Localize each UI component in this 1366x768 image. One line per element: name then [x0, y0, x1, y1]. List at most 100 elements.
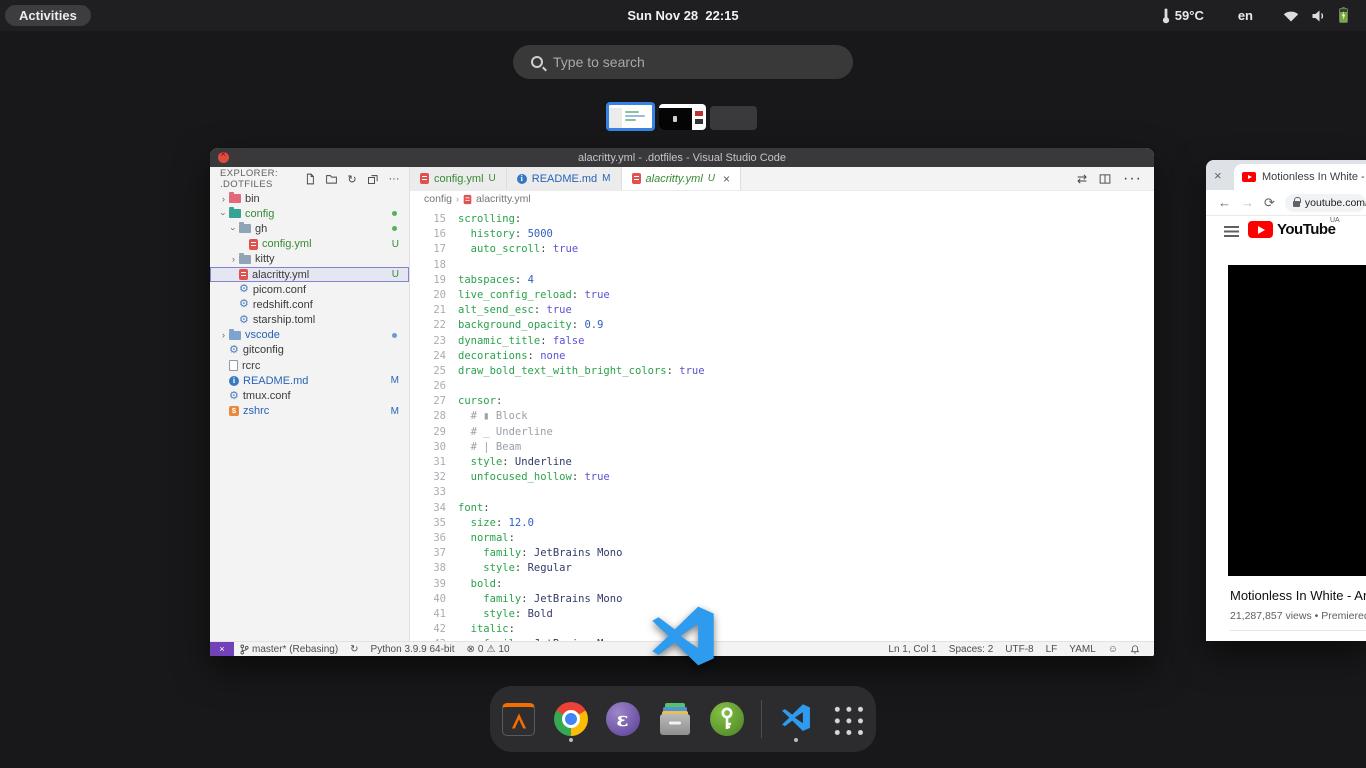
- workspace-thumbnail-active[interactable]: [606, 102, 655, 131]
- tab-config.yml[interactable]: config.ymlU: [410, 167, 507, 190]
- forward-icon[interactable]: →: [1241, 195, 1254, 210]
- reload-icon[interactable]: ⟳: [1264, 195, 1275, 211]
- workspace-thumbnail-empty[interactable]: [710, 106, 757, 130]
- explorer-item-config[interactable]: ›config: [210, 206, 409, 221]
- collapse-folders-icon[interactable]: [366, 172, 380, 186]
- line-number: 15: [410, 212, 446, 227]
- indentation[interactable]: Spaces: 2: [943, 644, 999, 655]
- search-icon: [531, 56, 543, 68]
- file-label: alacritty.yml: [252, 269, 309, 281]
- tree-chevron-icon: ›: [218, 194, 229, 204]
- refresh-explorer-icon[interactable]: ↻: [345, 172, 359, 186]
- error-count: 0: [478, 644, 484, 655]
- explorer-item-tmux.conf[interactable]: ›⚙tmux.conf: [210, 388, 409, 403]
- split-editor-icon[interactable]: [1099, 173, 1111, 185]
- problems-status[interactable]: ⊗ 0 ⚠ 10: [461, 644, 516, 655]
- more-editor-actions-icon[interactable]: ···: [1123, 170, 1142, 188]
- back-icon[interactable]: ←: [1218, 195, 1231, 210]
- new-file-icon[interactable]: [303, 172, 317, 186]
- file-label: rcrc: [242, 360, 260, 372]
- line-number: 30: [410, 440, 446, 455]
- code-line-36: 36 normal:: [410, 531, 1154, 546]
- git-change-dot: [392, 333, 397, 338]
- explorer-item-rcrc[interactable]: ›rcrc: [210, 358, 409, 373]
- remote-indicator[interactable]: ×: [210, 642, 234, 657]
- workspace-thumbnail-2[interactable]: [659, 104, 706, 130]
- tab-label: config.yml: [434, 173, 484, 185]
- sync-button[interactable]: ↻: [344, 644, 364, 655]
- explorer-item-config.yml[interactable]: ›config.ymlU: [210, 237, 409, 252]
- line-number: 23: [410, 334, 446, 349]
- explorer-item-alacritty.yml[interactable]: ›alacritty.ymlU: [210, 267, 409, 282]
- file-label: kitty: [255, 253, 275, 265]
- line-number: 29: [410, 425, 446, 440]
- video-player[interactable]: [1228, 265, 1366, 576]
- line-number: 31: [410, 455, 446, 470]
- tab-README.md[interactable]: README.mdM: [507, 167, 622, 190]
- open-changes-icon[interactable]: ⇄: [1077, 172, 1087, 186]
- keyboard-layout[interactable]: en: [1238, 8, 1253, 23]
- explorer-item-README.md[interactable]: ›README.mdM: [210, 373, 409, 388]
- line-content: dynamic_title: false: [458, 334, 584, 349]
- dash-dock: ε: [490, 686, 876, 752]
- git-branch-status[interactable]: master* (Rebasing): [234, 644, 344, 655]
- explorer-item-vscode[interactable]: ›vscode: [210, 328, 409, 343]
- explorer-item-picom.conf[interactable]: ›⚙picom.conf: [210, 282, 409, 297]
- line-number: 39: [410, 577, 446, 592]
- youtube-favicon: [1242, 172, 1256, 182]
- code-line-38: 38 style: Regular: [410, 561, 1154, 576]
- file-label: zshrc: [243, 405, 269, 417]
- notifications-bell-icon[interactable]: [1124, 644, 1146, 655]
- file-label: README.md: [243, 375, 308, 387]
- line-content: style: Bold: [458, 607, 553, 622]
- dock-chrome-icon[interactable]: [553, 697, 589, 741]
- tab-close-icon[interactable]: ×: [1214, 168, 1222, 183]
- language-mode[interactable]: YAML: [1063, 644, 1102, 655]
- more-actions-icon[interactable]: ···: [387, 172, 401, 186]
- breadcrumb-folder[interactable]: config: [424, 193, 452, 205]
- feedback-smiley-icon[interactable]: ☺: [1102, 644, 1124, 655]
- cursor-position[interactable]: Ln 1, Col 1: [882, 644, 942, 655]
- dock-passwords-keys-icon[interactable]: [709, 697, 745, 741]
- code-line-33: 33: [410, 485, 1154, 500]
- breadcrumb[interactable]: config › alacritty.yml: [410, 191, 1154, 207]
- python-interpreter[interactable]: Python 3.9.9 64-bit: [365, 644, 461, 655]
- line-number: 26: [410, 379, 446, 394]
- code-editor[interactable]: 15scrolling:16 history: 500017 auto_scro…: [410, 207, 1154, 641]
- line-number: 22: [410, 318, 446, 333]
- file-label: gitconfig: [243, 344, 284, 356]
- editor-tabbar: config.ymlUREADME.mdMalacritty.ymlU× ⇄ ·…: [410, 167, 1154, 191]
- file-label: config: [245, 208, 274, 220]
- hamburger-menu-icon[interactable]: [1224, 226, 1239, 237]
- system-tray[interactable]: 59°C en: [1161, 7, 1366, 25]
- vscode-titlebar[interactable]: alacritty.yml - .dotfiles - Visual Studi…: [210, 148, 1154, 167]
- dock-files-icon[interactable]: [657, 697, 693, 741]
- tab-alacritty.yml[interactable]: alacritty.ymlU×: [622, 167, 742, 190]
- overview-search[interactable]: Type to search: [513, 45, 853, 79]
- explorer-item-bin[interactable]: ›bin: [210, 191, 409, 206]
- editor-group: config.ymlUREADME.mdMalacritty.ymlU× ⇄ ·…: [410, 167, 1154, 641]
- breadcrumb-file[interactable]: alacritty.yml: [476, 193, 531, 205]
- explorer-item-redshift.conf[interactable]: ›⚙redshift.conf: [210, 297, 409, 312]
- explorer-item-gh[interactable]: ›gh: [210, 221, 409, 236]
- folder-icon: [229, 331, 241, 340]
- tab-title: Motionless In White - A: [1262, 171, 1366, 183]
- youtube-logo[interactable]: YouTube: [1248, 221, 1335, 238]
- new-folder-icon[interactable]: [324, 172, 338, 186]
- explorer-item-gitconfig[interactable]: ›⚙gitconfig: [210, 343, 409, 358]
- git-status-badge: U: [392, 269, 399, 280]
- explorer-item-kitty[interactable]: ›kitty: [210, 252, 409, 267]
- dock-app-grid-icon[interactable]: [830, 697, 866, 741]
- eol-sequence[interactable]: LF: [1040, 644, 1064, 655]
- address-bar[interactable]: youtube.com/wa: [1285, 194, 1366, 212]
- encoding[interactable]: UTF-8: [999, 644, 1039, 655]
- chrome-active-tab[interactable]: Motionless In White - A: [1234, 164, 1366, 190]
- explorer-item-zshrc[interactable]: ›zshrcM: [210, 404, 409, 419]
- dock-alacritty-icon[interactable]: [501, 697, 537, 741]
- dock-vscode-icon[interactable]: [778, 697, 814, 741]
- dock-emacs-icon[interactable]: ε: [605, 697, 641, 741]
- line-number: 27: [410, 394, 446, 409]
- explorer-item-starship.toml[interactable]: ›⚙starship.toml: [210, 313, 409, 328]
- tab-close-icon[interactable]: ×: [723, 172, 730, 186]
- yaml-file-icon: [249, 239, 258, 250]
